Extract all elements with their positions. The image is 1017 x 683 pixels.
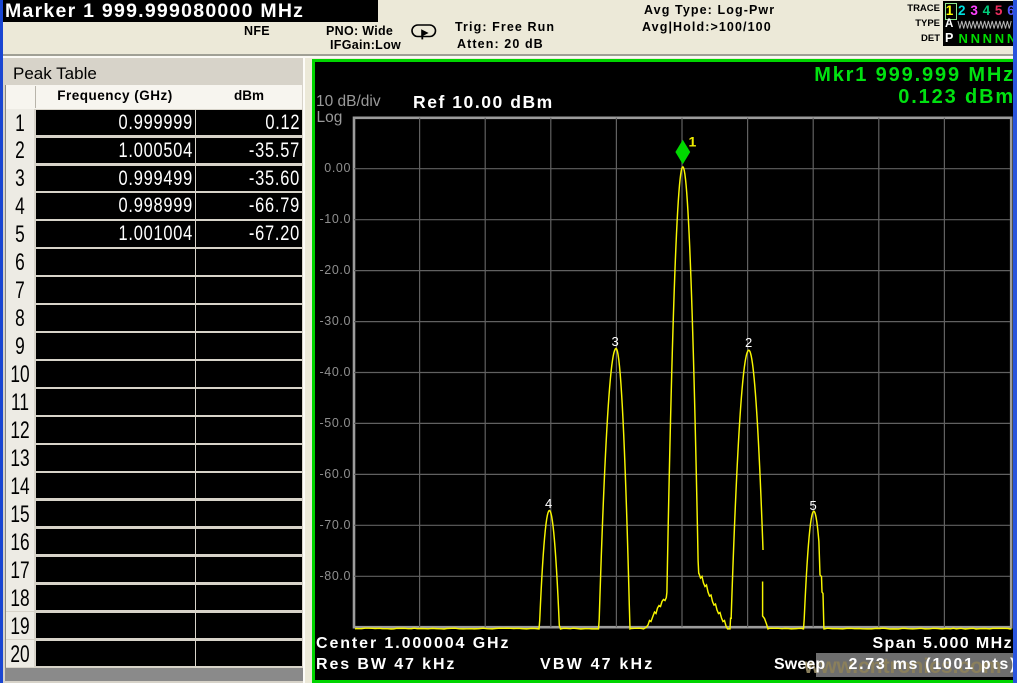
svg-text:4: 4 (545, 496, 552, 511)
svg-text:5: 5 (810, 498, 817, 513)
svg-text:2: 2 (745, 335, 752, 350)
svg-text:3: 3 (612, 334, 619, 349)
svg-text:1: 1 (689, 134, 697, 150)
